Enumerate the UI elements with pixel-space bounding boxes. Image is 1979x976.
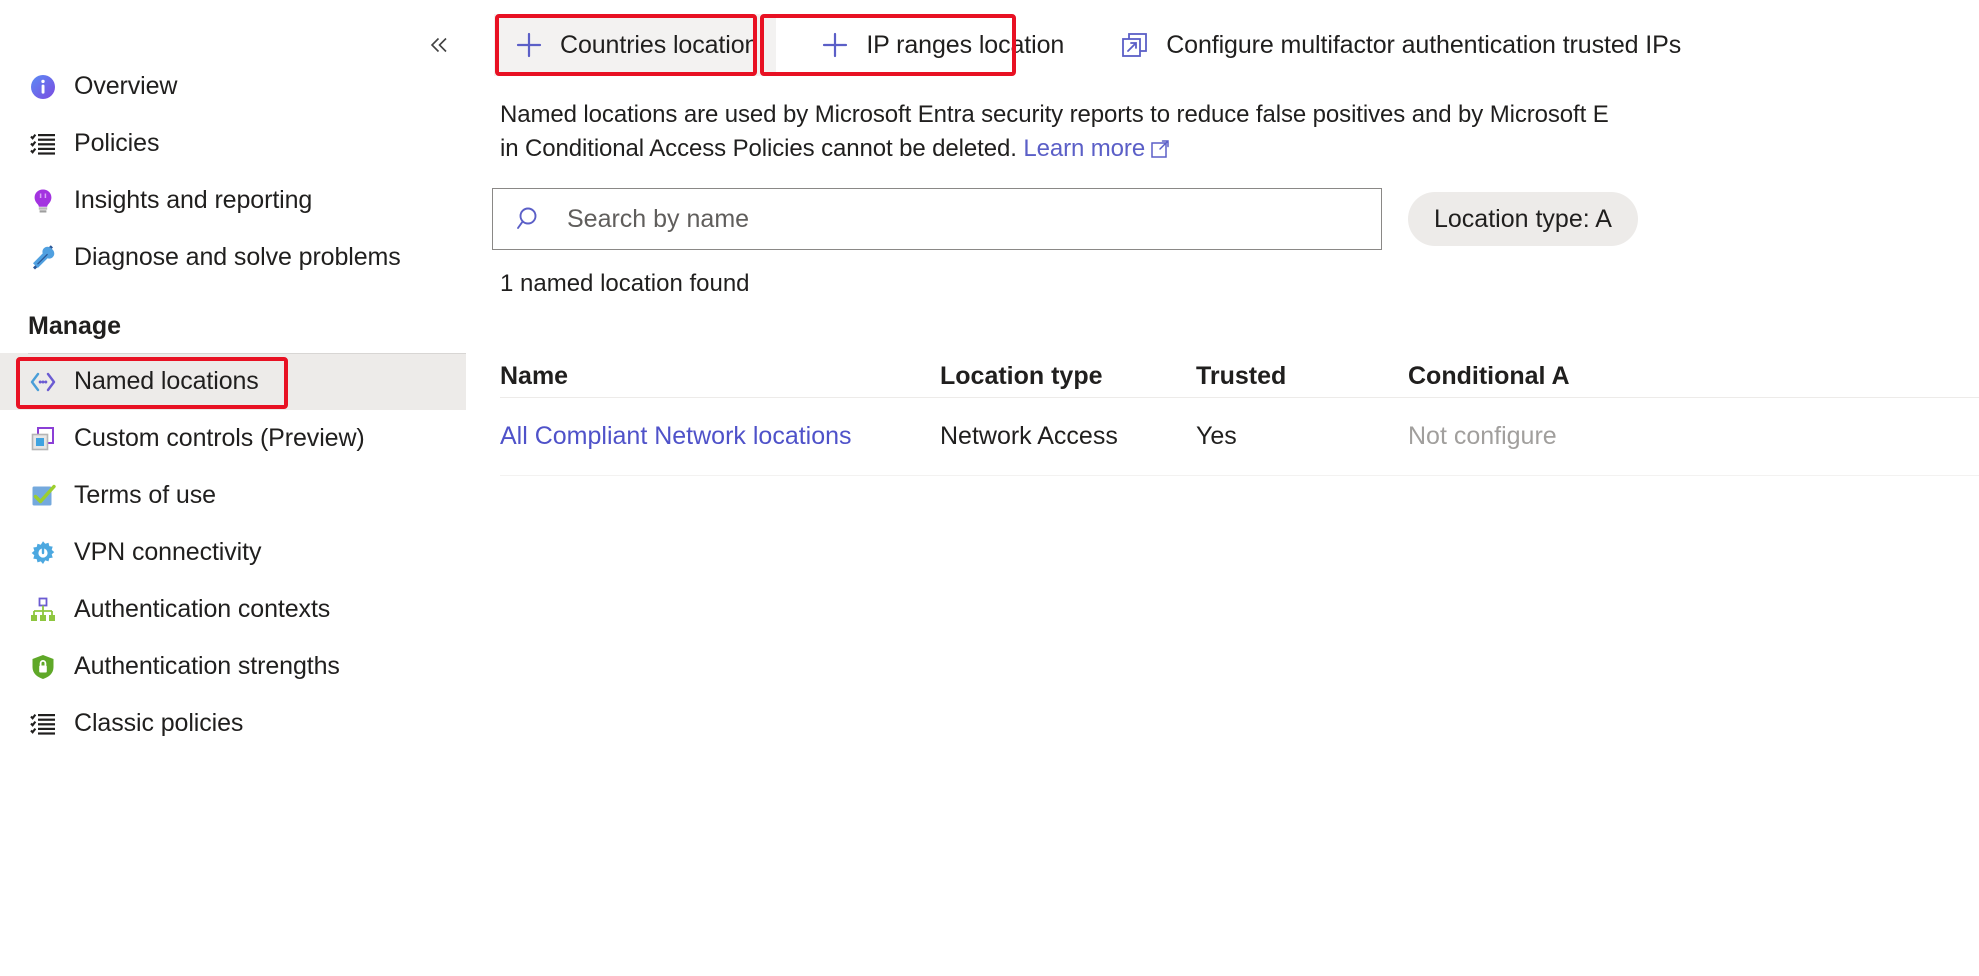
page-description: Named locations are used by Microsoft En… [500,98,1979,168]
sidebar-item-vpn-connectivity[interactable]: VPN connectivity [0,524,466,581]
lightbulb-icon [28,186,58,216]
named-locations-table: Name Location type Trusted Conditional A… [500,340,1979,476]
plus-icon [818,28,852,62]
sidebar-item-diagnose-and-solve-problems[interactable]: Diagnose and solve problems [0,229,466,286]
sidebar-item-label: Overview [74,72,178,100]
sidebar-item-custom-controls[interactable]: Custom controls (Preview) [0,410,466,467]
learn-more-link[interactable]: Learn more [1023,135,1145,162]
column-header-name[interactable]: Name [500,362,940,397]
cell-conditional-access: Not configure [1408,422,1557,450]
sidebar-collapse-button[interactable] [422,28,456,62]
location-type-filter[interactable]: Location type: A [1408,192,1638,246]
sidebar-item-overview[interactable]: Overview [0,58,466,115]
sidebar-item-label: Custom controls (Preview) [74,424,365,452]
sidebar-item-classic-policies[interactable]: Classic policies [0,695,466,752]
sidebar-item-terms-of-use[interactable]: Terms of use [0,467,466,524]
description-line-2: in Conditional Access Policies cannot be… [500,132,1979,168]
sidebar-item-label: VPN connectivity [74,538,262,566]
sidebar-item-named-locations[interactable]: Named locations [0,353,466,410]
sidebar-item-label: Diagnose and solve problems [74,243,401,271]
ip-ranges-location-button[interactable]: IP ranges location [800,14,1082,76]
sidebar-divider [28,353,466,354]
sidebar-item-insights-and-reporting[interactable]: Insights and reporting [0,172,466,229]
command-toolbar: Countries location IP ranges location Co… [466,0,1979,90]
results-count: 1 named location found [500,270,750,297]
search-icon [515,204,545,234]
column-header-conditional-access[interactable]: Conditional A [1408,362,1828,397]
description-line-2-text: in Conditional Access Policies cannot be… [500,135,1024,162]
countries-location-button[interactable]: Countries location [494,14,777,76]
sidebar-item-label: Policies [74,129,160,157]
countries-location-label: Countries location [560,30,759,59]
sidebar-section-manage: Manage [28,312,122,340]
info-icon [28,72,58,102]
configure-mfa-trusted-ips-label: Configure multifactor authentication tru… [1166,30,1682,59]
named-location-link[interactable]: All Compliant Network locations [500,422,852,450]
sidebar-item-label: Authentication strengths [74,652,340,680]
sidebar-item-label: Classic policies [74,709,244,737]
search-box[interactable] [492,188,1382,250]
sidebar-item-label: Authentication contexts [74,595,331,623]
shield-lock-icon [28,652,58,682]
external-link-icon [1151,134,1170,168]
search-input[interactable] [567,204,1327,234]
cell-trusted: Yes [1196,422,1237,450]
sidebar-item-authentication-strengths[interactable]: Authentication strengths [0,638,466,695]
cell-name: All Compliant Network locations [500,422,940,451]
named-locations-icon [28,367,58,397]
custom-controls-icon [28,424,58,454]
sidebar-item-authentication-contexts[interactable]: Authentication contexts [0,581,466,638]
plus-icon [512,28,546,62]
sitemap-icon [28,595,58,625]
checkbox-check-icon [28,481,58,511]
sidebar: Overview Policies Insights and reporting… [0,0,466,976]
description-line-1: Named locations are used by Microsoft En… [500,101,1609,128]
external-link-icon [1118,28,1152,62]
checklist-icon [28,709,58,739]
chevron-double-left-icon [430,37,447,53]
filter-bar: Location type: A [492,188,1638,250]
column-header-trusted[interactable]: Trusted [1196,362,1408,397]
sidebar-item-label: Named locations [74,367,259,395]
table-header-row: Name Location type Trusted Conditional A [500,340,1979,398]
main-content: Countries location IP ranges location Co… [466,0,1979,976]
ip-ranges-location-label: IP ranges location [866,30,1065,59]
table-row[interactable]: All Compliant Network locations Network … [500,398,1979,476]
configure-mfa-trusted-ips-button[interactable]: Configure multifactor authentication tru… [1100,14,1699,76]
sidebar-item-label: Insights and reporting [74,186,313,214]
tools-icon [28,243,58,273]
sidebar-item-policies[interactable]: Policies [0,115,466,172]
checklist-icon [28,129,58,159]
named-locations-page: Overview Policies Insights and reporting… [0,0,1979,976]
sidebar-nav: Overview Policies Insights and reporting… [0,58,466,752]
cell-location-type: Network Access [940,422,1118,450]
column-header-location-type[interactable]: Location type [940,362,1196,397]
gear-icon [28,538,58,568]
sidebar-item-label: Terms of use [74,481,216,509]
location-type-filter-label: Location type: A [1434,204,1612,233]
